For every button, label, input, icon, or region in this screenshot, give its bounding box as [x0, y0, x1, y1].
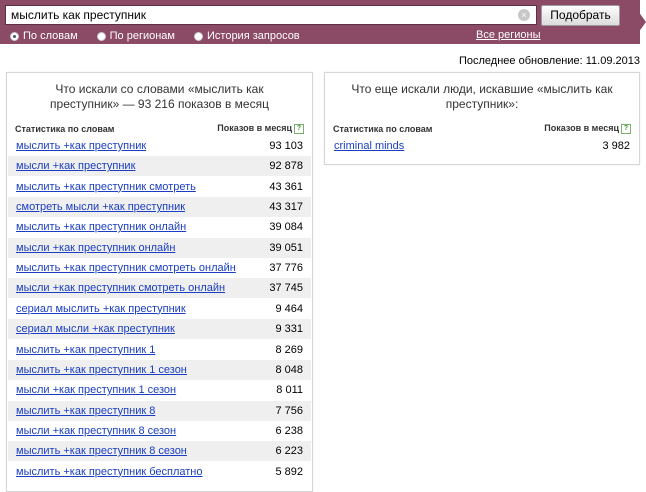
phrase-link[interactable]: мыслить +как преступник 8 сезон — [16, 445, 187, 457]
phrase-link[interactable]: сериал мыслить +как преступник — [16, 303, 186, 315]
table-row: мыслить +как преступник смотреть 43 361 — [8, 177, 311, 197]
phrase-link[interactable]: мысли +как преступник онлайн — [16, 242, 175, 254]
last-updated: Последнее обновление: 11.09.2013 — [458, 55, 640, 67]
table-row: мыслить +как преступник бесплатно 5 892 — [8, 462, 311, 482]
radio-icon[interactable] — [96, 31, 106, 41]
table-row: мысли +как преступник 92 878 — [8, 156, 311, 177]
phrase-link[interactable]: мысли +как преступник — [16, 160, 135, 172]
search-input[interactable] — [11, 7, 516, 23]
table-row: мыслить +как преступник смотреть онлайн 3… — [8, 258, 311, 278]
tab-by-regions[interactable]: По регионам — [96, 29, 175, 43]
panel-title-line1: Что искали со словами «мыслить как — [55, 82, 264, 96]
help-icon[interactable]: ? — [294, 123, 304, 134]
phrase-link[interactable]: мыслить +как преступник онлайн — [16, 221, 186, 233]
impressions-value: 7 756 — [275, 404, 303, 417]
search-box[interactable]: × — [5, 5, 537, 25]
mode-tabs: По словам По регионам История запросов — [10, 29, 319, 43]
panel-title-line2: преступник» — 93 216 показов в месяц — [50, 97, 269, 111]
top-bar-arrow — [630, 0, 646, 44]
column-header-impressions-label: Показов в месяц — [544, 123, 619, 133]
all-regions-link[interactable]: Все регионы — [476, 29, 541, 41]
phrase-link[interactable]: мысли +как преступник 1 сезон — [16, 384, 176, 396]
tab-by-words[interactable]: По словам — [10, 29, 78, 43]
table-row: мыслить +как преступник 1 сезон 8 048 — [8, 359, 311, 380]
phrase-link[interactable]: мыслить +как преступник 1 — [16, 344, 155, 356]
impressions-value: 43 361 — [269, 180, 303, 193]
also-searched-panel: Что еще искали люди, искавшие «мыслить к… — [324, 72, 640, 165]
table-row: мыслить +как преступник 93 103 — [8, 136, 311, 156]
table-row: мыслить +как преступник 1 8 269 — [8, 340, 311, 360]
table-row: мыслить +как преступник 8 сезон 6 223 — [8, 441, 311, 462]
impressions-value: 9 464 — [275, 302, 303, 315]
phrase-link[interactable]: мыслить +как преступник 1 сезон — [16, 364, 187, 376]
impressions-value: 92 878 — [269, 160, 303, 173]
phrase-link[interactable]: мыслить +как преступник — [16, 140, 146, 152]
table-row: сериал мыслить +как преступник 9 464 — [8, 299, 311, 319]
column-header-phrase: Статистика по словам — [333, 124, 433, 134]
related-words-panel: Что искали со словами «мыслить как прест… — [6, 72, 313, 492]
panel-title-line1: Что еще искали люди, искавшие «мыслить к… — [351, 82, 613, 96]
phrase-link[interactable]: смотреть мысли +как преступник — [16, 201, 185, 213]
tab-label: По словам — [23, 30, 78, 42]
column-header-phrase: Статистика по словам — [15, 124, 115, 134]
radio-icon[interactable] — [194, 31, 203, 41]
phrase-link[interactable]: мыслить +как преступник смотреть онлайн — [16, 262, 236, 274]
table-row: мыслить +как преступник 8 7 756 — [8, 400, 311, 421]
impressions-value: 93 103 — [269, 140, 303, 152]
table-row: мыслить +как преступник онлайн 39 084 — [8, 217, 311, 237]
impressions-value: 8 011 — [276, 384, 303, 397]
impressions-value: 43 317 — [269, 201, 303, 214]
help-icon[interactable]: ? — [621, 123, 631, 134]
phrase-link[interactable]: мыслить +как преступник бесплатно — [16, 466, 203, 478]
impressions-value: 9 331 — [275, 323, 303, 336]
table-row: сериал мысли +как преступник 9 331 — [8, 319, 311, 340]
column-header-impressions: Показов в месяц? — [544, 123, 631, 134]
impressions-value: 6 238 — [275, 424, 303, 437]
impressions-value: 3 982 — [602, 140, 630, 152]
table-row: мысли +как преступник 1 сезон 8 011 — [8, 380, 311, 400]
phrase-link[interactable]: мысли +как преступник смотреть онлайн — [16, 282, 225, 294]
tab-query-history[interactable]: История запросов — [194, 29, 300, 43]
clear-icon[interactable]: × — [518, 9, 530, 21]
impressions-value: 8 048 — [275, 363, 303, 376]
column-header-impressions-label: Показов в месяц — [217, 123, 292, 133]
table-row: criminal minds 3 982 — [326, 136, 638, 156]
table-row: мысли +как преступник смотреть онлайн 37 … — [8, 278, 311, 299]
impressions-value: 6 223 — [275, 445, 303, 458]
tab-label: История запросов — [207, 30, 300, 42]
phrase-link[interactable]: мысли +как преступник 8 сезон — [16, 425, 176, 437]
tab-label: По регионам — [109, 30, 175, 42]
table-row: смотреть мысли +как преступник 43 317 — [8, 197, 311, 218]
impressions-value: 5 892 — [275, 465, 303, 478]
phrase-link[interactable]: мыслить +как преступник смотреть — [16, 181, 196, 193]
panel-title-line2: преступник»: — [445, 97, 519, 111]
phrase-link[interactable]: мыслить +как преступник 8 — [16, 405, 155, 417]
radio-checked-icon[interactable] — [10, 31, 19, 41]
impressions-value: 37 776 — [269, 262, 303, 275]
impressions-value: 37 745 — [269, 282, 303, 295]
impressions-value: 39 051 — [269, 241, 303, 254]
impressions-value: 8 269 — [275, 343, 303, 356]
column-header-impressions: Показов в месяц? — [217, 123, 304, 134]
phrase-link[interactable]: criminal minds — [334, 140, 404, 152]
submit-button[interactable]: Подобрать — [541, 5, 620, 26]
table-row: мысли +как преступник 8 сезон 6 238 — [8, 421, 311, 441]
phrase-link[interactable]: сериал мысли +как преступник — [16, 323, 175, 335]
impressions-value: 39 084 — [269, 221, 303, 234]
table-row: мысли +как преступник онлайн 39 051 — [8, 237, 311, 258]
